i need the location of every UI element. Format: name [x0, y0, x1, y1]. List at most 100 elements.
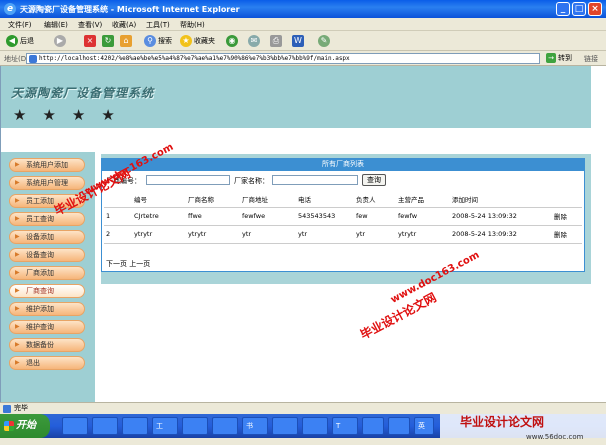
task-button[interactable] [92, 417, 118, 435]
menu-view[interactable]: 查看(V) [78, 20, 102, 30]
favorites-button[interactable]: ★ 收藏夹 [180, 34, 215, 48]
delete-link[interactable]: 删除 [552, 207, 582, 226]
cell: ytr [296, 225, 354, 244]
maximize-button[interactable]: □ [572, 2, 586, 16]
delete-link[interactable]: 删除 [552, 225, 582, 244]
sidebar-item-user-manage[interactable]: 系统用户管理 [9, 176, 85, 190]
vendor-name-input[interactable] [272, 175, 358, 185]
menu-file[interactable]: 文件(F) [8, 20, 32, 30]
close-button[interactable]: × [588, 2, 602, 16]
cell: ytr [354, 225, 396, 244]
start-button[interactable]: 开始 [0, 414, 50, 438]
sidebar-item-maintenance-add[interactable]: 维护添加 [9, 302, 85, 316]
menu-favorites[interactable]: 收藏(A) [112, 20, 136, 30]
home-button[interactable]: ⌂ [120, 34, 134, 48]
cell: few [354, 207, 396, 226]
cell: ffwe [186, 207, 240, 226]
menu-bar: 文件(F) 编辑(E) 查看(V) 收藏(A) 工具(T) 帮助(H) [0, 18, 606, 31]
stop-button[interactable]: × [84, 34, 98, 48]
task-button[interactable]: 工 [152, 417, 178, 435]
sidebar-item-device-add[interactable]: 设备添加 [9, 230, 85, 244]
sidebar-item-vendor-add[interactable]: 厂商添加 [9, 266, 85, 280]
task-button[interactable] [122, 417, 148, 435]
sidebar-item-user-add[interactable]: 系统用户添加 [9, 158, 85, 172]
query-button[interactable]: 查询 [362, 174, 386, 186]
cell: CJrtetre [132, 207, 186, 226]
col-address: 厂商地址 [240, 191, 296, 208]
col-action [552, 191, 582, 208]
word-icon: W [292, 35, 304, 47]
pager[interactable]: 下一页 上一页 [106, 259, 150, 269]
back-button[interactable]: ◀ 后退 [6, 34, 34, 48]
banner-stars: ★★★★ [13, 106, 131, 124]
page-viewport: 天源陶瓷厂设备管理系统 ★★★★ 系统用户添加 系统用户管理 员工添加 员工查询… [0, 66, 606, 402]
vendor-list-panel: 厂商编号： 厂家名称： 查询 编号 厂商名称 厂商地址 电话 负责人 主营产品 … [101, 170, 585, 272]
favorites-label: 收藏夹 [194, 37, 215, 45]
col-id: 编号 [132, 191, 186, 208]
home-icon: ⌂ [120, 35, 132, 47]
search-icon: ⚲ [144, 35, 156, 47]
forward-arrow-icon: ▶ [54, 35, 66, 47]
task-button[interactable]: 书 [242, 417, 268, 435]
back-label: 后退 [20, 37, 34, 45]
star-icon: ★ [180, 35, 192, 47]
search-button[interactable]: ⚲ 搜索 [144, 34, 172, 48]
menu-edit[interactable]: 编辑(E) [44, 20, 68, 30]
cell: 1 [104, 207, 132, 226]
sidebar-item-device-query[interactable]: 设备查询 [9, 248, 85, 262]
menu-tools[interactable]: 工具(T) [146, 20, 170, 30]
address-bar: 地址(D) http://localhost:4202/%e8%ae%be%e5… [0, 51, 606, 66]
mail-button[interactable]: ✉ [248, 34, 262, 48]
window-title: 天源陶瓷厂设备管理系统 - Microsoft Internet Explore… [20, 5, 240, 14]
stop-icon: × [84, 35, 96, 47]
edit-button[interactable]: W [292, 34, 306, 48]
cell: ytrytr [132, 225, 186, 244]
col-products: 主营产品 [396, 191, 450, 208]
ie-logo-icon: e [4, 3, 16, 15]
sidebar-item-vendor-query[interactable]: 厂商查询 [9, 284, 85, 298]
vendor-id-input[interactable] [146, 175, 230, 185]
site-banner: 天源陶瓷厂设备管理系统 ★★★★ [1, 66, 591, 128]
sidebar-item-employee-query[interactable]: 员工查询 [9, 212, 85, 226]
col-contact: 负责人 [354, 191, 396, 208]
panel-title: 所有厂商列表 [101, 158, 585, 170]
corner-watermark-url: www.56doc.com [526, 433, 584, 441]
messenger-button[interactable]: ✎ [318, 34, 332, 48]
forward-button[interactable]: ▶ [54, 34, 68, 48]
sidebar-item-backup[interactable]: 数据备份 [9, 338, 85, 352]
cell: 2 [104, 225, 132, 244]
print-button[interactable]: ⎙ [270, 34, 284, 48]
address-input[interactable]: http://localhost:4202/%e8%ae%be%e5%a4%87… [26, 53, 540, 64]
cell: ytrytr [396, 225, 450, 244]
sidebar-item-maintenance-query[interactable]: 维护查询 [9, 320, 85, 334]
links-button[interactable]: 链接 [584, 54, 598, 64]
table-header-row: 编号 厂商名称 厂商地址 电话 负责人 主营产品 添加时间 [104, 191, 582, 208]
media-button[interactable]: ◉ [226, 34, 240, 48]
task-button[interactable] [182, 417, 208, 435]
cell: fewfw [396, 207, 450, 226]
corner-watermark: 毕业设计论文网 www.56doc.com [440, 414, 606, 441]
minimize-button[interactable]: _ [556, 2, 570, 16]
task-button[interactable]: T [332, 417, 358, 435]
refresh-button[interactable]: ↻ [102, 34, 116, 48]
menu-help[interactable]: 帮助(H) [180, 20, 205, 30]
refresh-icon: ↻ [102, 35, 114, 47]
window-titlebar: e 天源陶瓷厂设备管理系统 - Microsoft Internet Explo… [0, 0, 606, 18]
task-button[interactable]: 英 [414, 417, 434, 435]
site-title: 天源陶瓷厂设备管理系统 [11, 86, 155, 100]
task-button[interactable] [388, 417, 410, 435]
go-button[interactable]: → 转到 [546, 53, 572, 63]
corner-watermark-text: 毕业设计论文网 [460, 415, 545, 429]
task-button[interactable] [272, 417, 298, 435]
cell: fewfwe [240, 207, 296, 226]
go-arrow-icon: → [546, 53, 556, 63]
task-button[interactable] [302, 417, 328, 435]
task-button[interactable] [362, 417, 384, 435]
cell: 2008-5-24 13:09:32 [450, 207, 552, 226]
status-bar: 完毕 [0, 402, 606, 414]
task-button[interactable] [212, 417, 238, 435]
sidebar-item-logout[interactable]: 退出 [9, 356, 85, 370]
col-index [104, 191, 132, 208]
vendor-name-label: 厂家名称： [234, 177, 269, 185]
task-button[interactable] [62, 417, 88, 435]
